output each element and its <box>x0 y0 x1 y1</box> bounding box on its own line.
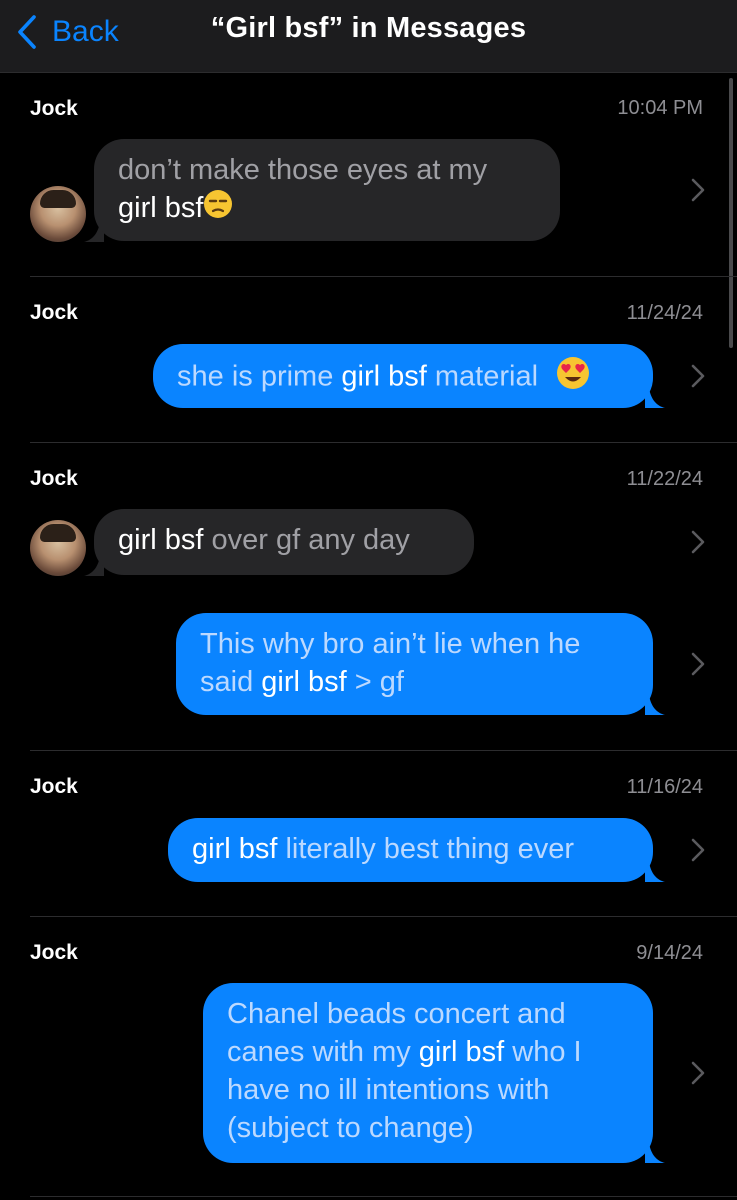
message-text: canes with my <box>227 1036 419 1068</box>
message-bubble[interactable]: she is prime girl bsf material <box>153 344 653 408</box>
highlighted-term: girl bsf <box>118 524 204 556</box>
highlighted-term: girl bsf <box>192 833 278 865</box>
message-text: Chanel beads concert and <box>227 998 566 1030</box>
sender-name: Jock <box>30 301 78 324</box>
message-bubble[interactable]: girl bsf literally best thing ever <box>168 818 653 882</box>
chevron-right-icon[interactable] <box>690 529 706 555</box>
bubble-tail <box>645 388 665 408</box>
message-date: 11/16/24 <box>626 776 703 798</box>
sender-name: Jock <box>30 467 78 490</box>
bubble-tail <box>645 862 665 882</box>
highlighted-term: girl bsf <box>341 360 427 393</box>
chevron-right-icon[interactable] <box>690 837 706 863</box>
heart-eyes-face-icon <box>556 356 590 400</box>
divider <box>30 1196 737 1197</box>
message-text: literally best thing ever <box>277 833 575 865</box>
sender-name: Jock <box>30 941 78 964</box>
message-bubble[interactable]: girl bsf over gf any day <box>94 509 474 575</box>
message-date: 10:04 PM <box>617 97 703 119</box>
bubble-tail <box>645 1143 665 1163</box>
message-text: she is prime <box>177 360 342 393</box>
divider <box>30 750 737 751</box>
avatar <box>30 186 86 242</box>
chevron-right-icon[interactable] <box>690 177 706 203</box>
divider <box>30 442 737 443</box>
message-bubble[interactable]: This why bro ain’t lie when he said girl… <box>176 613 653 715</box>
message-text: don’t make those eyes at my <box>118 154 488 186</box>
message-bubble[interactable]: don’t make those eyes at my girl bsf <box>94 139 560 241</box>
chevron-right-icon[interactable] <box>690 1060 706 1086</box>
navigation-bar: Back “Girl bsf” in Messages <box>0 0 737 73</box>
sender-name: Jock <box>30 97 78 120</box>
sender-name: Jock <box>30 775 78 798</box>
message-text: (subject to change) <box>227 1112 474 1144</box>
message-text: who I <box>504 1036 582 1068</box>
message-date: 11/22/24 <box>626 468 703 490</box>
highlighted-term: girl bsf <box>118 192 204 224</box>
avatar <box>30 520 86 576</box>
chevron-right-icon[interactable] <box>690 363 706 389</box>
divider <box>30 916 737 917</box>
page-title: “Girl bsf” in Messages <box>210 12 527 44</box>
highlighted-term: girl bsf <box>418 1036 505 1068</box>
unamused-face-icon <box>203 189 233 229</box>
message-text: have no ill intentions with <box>227 1074 550 1106</box>
message-date: 9/14/24 <box>636 942 703 964</box>
scrollbar[interactable] <box>729 78 733 348</box>
bubble-tail <box>645 695 665 715</box>
message-text: over gf any day <box>203 524 410 556</box>
message-date: 11/24/24 <box>626 302 703 324</box>
message-text: material <box>426 360 539 393</box>
message-text: said <box>200 666 262 698</box>
message-text: This why bro ain’t lie when he <box>200 628 581 660</box>
divider <box>30 276 737 277</box>
message-bubble[interactable]: Chanel beads concert and canes with my g… <box>203 983 653 1163</box>
message-text: > gf <box>346 666 404 698</box>
chevron-right-icon[interactable] <box>690 651 706 677</box>
highlighted-term: girl bsf <box>261 666 347 698</box>
